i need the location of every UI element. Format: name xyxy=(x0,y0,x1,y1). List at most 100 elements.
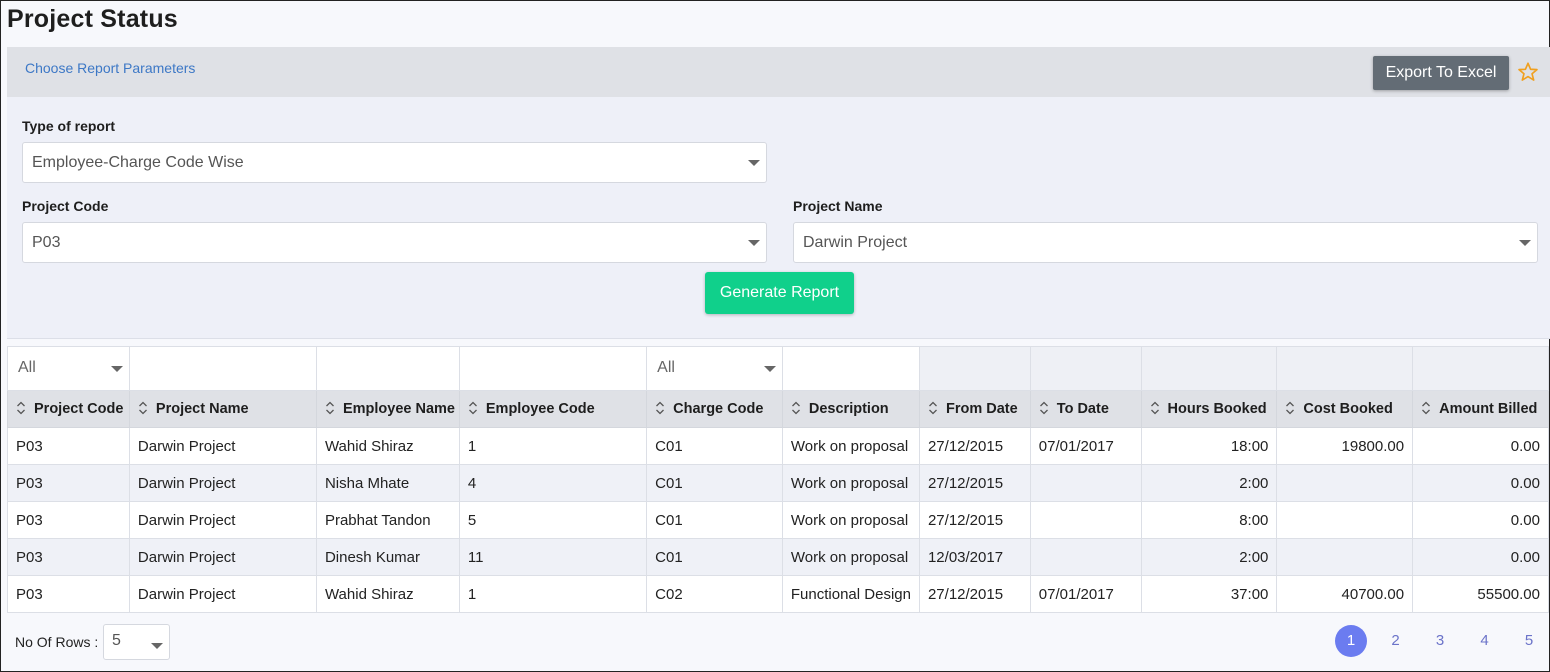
sort-icon xyxy=(1422,401,1431,415)
cell-employee-code: 1 xyxy=(458,427,648,465)
star-outline-icon[interactable] xyxy=(1517,61,1539,83)
cell-charge-code: C02 xyxy=(646,575,783,613)
cell-hours-booked: 18:00 xyxy=(1140,427,1278,465)
cell-description: Work on proposal xyxy=(781,427,920,465)
type-of-report-value: Employee-Charge Code Wise xyxy=(32,154,244,171)
cell-project-code: P03 xyxy=(7,427,130,465)
description-filter-input[interactable] xyxy=(781,346,920,391)
cell-hours-booked: 2:00 xyxy=(1140,538,1278,576)
project-code-filter-value: All xyxy=(18,359,36,376)
column-header-project-code[interactable]: Project Code xyxy=(7,390,130,428)
sort-icon xyxy=(325,401,334,415)
cell-hours-booked: 37:00 xyxy=(1140,575,1278,613)
charge-code-filter-value: All xyxy=(657,359,675,376)
project-name-select[interactable]: Darwin Project xyxy=(793,222,1538,263)
cell-project-code: P03 xyxy=(7,538,130,576)
column-header-employee-name[interactable]: Employee Name xyxy=(315,390,460,428)
table-row[interactable]: P03 Darwin Project Prabhat Tandon 5 C01 Work … xyxy=(7,501,1549,539)
cell-project-name: Darwin Project xyxy=(128,464,317,502)
filter-cell-project-code: All xyxy=(7,346,130,391)
filter-cell-charge-code: All xyxy=(646,346,783,391)
export-to-excel-button[interactable]: Export To Excel xyxy=(1373,56,1509,90)
cell-amount-billed: 55500.00 xyxy=(1412,575,1549,613)
filter-cell-empty xyxy=(1029,346,1142,391)
column-header-from-date[interactable]: From Date xyxy=(918,390,1031,428)
cell-cost-booked xyxy=(1276,538,1414,576)
header-row: Project Code Project Name Employee Name Emp… xyxy=(7,390,1549,428)
column-header-charge-code[interactable]: Charge Code xyxy=(646,390,783,428)
employee-code-filter-input[interactable] xyxy=(458,346,648,391)
cell-amount-billed: 0.00 xyxy=(1412,427,1549,465)
cell-project-name: Darwin Project xyxy=(128,575,317,613)
filter-cell-empty xyxy=(1140,346,1278,391)
table-row[interactable]: P03 Darwin Project Wahid Shiraz 1 C02 Functio… xyxy=(7,575,1549,613)
report-table: All All Project Code Project Name Employ… xyxy=(7,346,1549,613)
report-window: Project Status Choose Report Parameters … xyxy=(0,0,1550,672)
sort-icon xyxy=(138,401,147,415)
column-header-label: Hours Booked xyxy=(1167,401,1267,417)
column-header-amount-billed[interactable]: Amount Billed xyxy=(1412,390,1549,428)
employee-name-filter-input[interactable] xyxy=(315,346,460,391)
chevron-down-icon xyxy=(748,160,760,166)
cell-hours-booked: 8:00 xyxy=(1140,501,1278,539)
project-code-select[interactable]: P03 xyxy=(22,222,767,263)
cell-from-date: 27/12/2015 xyxy=(918,501,1031,539)
cell-charge-code: C01 xyxy=(646,427,783,465)
rows-per-page-select[interactable]: 5 xyxy=(103,624,170,660)
rows-per-page-value: 5 xyxy=(112,632,121,649)
column-header-to-date[interactable]: To Date xyxy=(1029,390,1142,428)
cell-description: Work on proposal xyxy=(781,464,920,502)
cell-from-date: 27/12/2015 xyxy=(918,575,1031,613)
column-header-label: From Date xyxy=(945,401,1018,417)
type-of-report-select[interactable]: Employee-Charge Code Wise xyxy=(22,142,767,183)
choose-report-parameters-link[interactable]: Choose Report Parameters xyxy=(25,60,195,76)
page-button-1[interactable]: 1 xyxy=(1335,625,1367,657)
cell-cost-booked: 19800.00 xyxy=(1276,427,1414,465)
cell-cost-booked xyxy=(1276,501,1414,539)
table-row[interactable]: P03 Darwin Project Wahid Shiraz 1 C01 Work on… xyxy=(7,427,1549,465)
page-button-4[interactable]: 4 xyxy=(1469,625,1501,657)
column-header-project-name[interactable]: Project Name xyxy=(128,390,317,428)
cell-employee-code: 11 xyxy=(458,538,648,576)
project-code-value: P03 xyxy=(32,234,61,251)
page-title: Project Status xyxy=(7,5,178,33)
cell-employee-name: Prabhat Tandon xyxy=(315,501,460,539)
page-button-3[interactable]: 3 xyxy=(1424,625,1456,657)
table-row[interactable]: P03 Darwin Project Nisha Mhate 4 C01 Work on … xyxy=(7,464,1549,502)
pagination: 12345 xyxy=(1335,625,1545,657)
cell-charge-code: C01 xyxy=(646,501,783,539)
sort-icon xyxy=(1150,401,1159,415)
cell-project-name: Darwin Project xyxy=(128,538,317,576)
sort-icon xyxy=(1286,401,1295,415)
column-header-label: To Date xyxy=(1056,401,1109,417)
chevron-down-icon xyxy=(763,366,776,372)
chevron-down-icon xyxy=(110,366,123,372)
column-header-employee-code[interactable]: Employee Code xyxy=(458,390,648,428)
cell-to-date: 07/01/2017 xyxy=(1029,427,1142,465)
cell-from-date: 27/12/2015 xyxy=(918,427,1031,465)
generate-report-button[interactable]: Generate Report xyxy=(705,272,854,314)
cell-from-date: 12/03/2017 xyxy=(918,538,1031,576)
page-button-2[interactable]: 2 xyxy=(1380,625,1412,657)
cell-to-date xyxy=(1029,464,1142,502)
cell-description: Work on proposal xyxy=(781,501,920,539)
filter-cell-empty xyxy=(1412,346,1549,391)
type-of-report-label: Type of report xyxy=(22,118,116,134)
cell-project-name: Darwin Project xyxy=(128,501,317,539)
project-code-filter-select[interactable]: All xyxy=(10,349,127,388)
column-header-label: Project Code xyxy=(34,401,124,417)
charge-code-filter-select[interactable]: All xyxy=(649,349,780,388)
project-name-filter-input[interactable] xyxy=(128,346,317,391)
column-header-cost-booked[interactable]: Cost Booked xyxy=(1276,390,1414,428)
cell-employee-code: 5 xyxy=(458,501,648,539)
chevron-down-icon xyxy=(1519,240,1531,246)
sort-icon xyxy=(1039,401,1048,415)
cell-amount-billed: 0.00 xyxy=(1412,538,1549,576)
page-button-5[interactable]: 5 xyxy=(1513,625,1545,657)
cell-from-date: 27/12/2015 xyxy=(918,464,1031,502)
cell-description: Work on proposal xyxy=(781,538,920,576)
column-header-hours-booked[interactable]: Hours Booked xyxy=(1140,390,1278,428)
table-row[interactable]: P03 Darwin Project Dinesh Kumar 11 C01 Work o… xyxy=(7,538,1549,576)
column-header-description[interactable]: Description xyxy=(781,390,920,428)
filter-row: All All xyxy=(7,346,1549,391)
